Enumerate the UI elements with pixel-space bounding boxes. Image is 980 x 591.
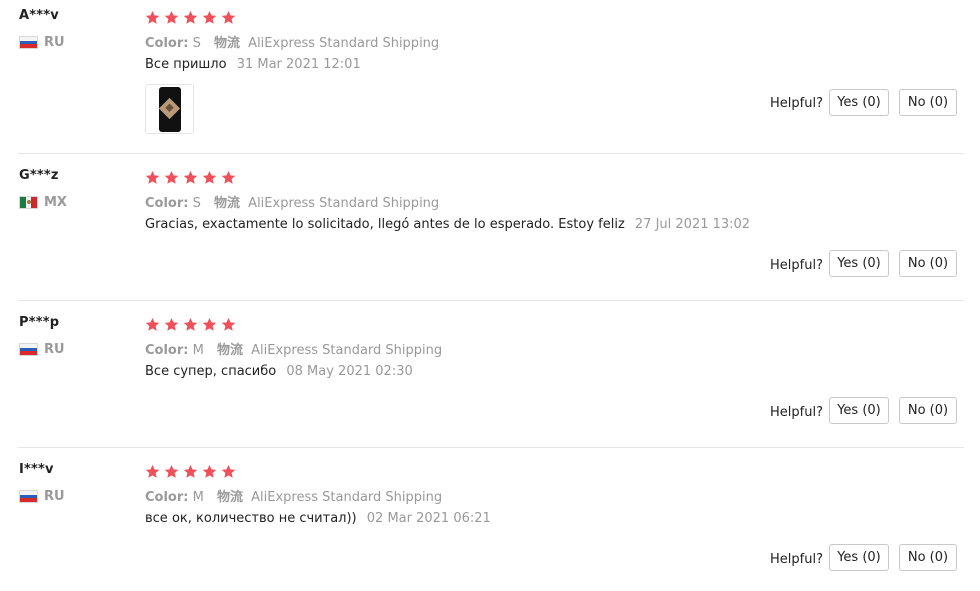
color-label: Color: bbox=[145, 196, 189, 211]
star-icon bbox=[145, 10, 160, 24]
review-content: Gracias, exactamente lo solicitado, lleg… bbox=[145, 217, 750, 232]
reviewer-name: I***v bbox=[19, 462, 54, 477]
star-icon bbox=[221, 317, 236, 331]
shipping-label: 物流 bbox=[214, 36, 241, 51]
star-icon bbox=[202, 170, 217, 184]
review-date: 31 Mar 2021 12:01 bbox=[236, 57, 361, 72]
review-text: все ок, количество не считал)) bbox=[145, 511, 357, 526]
shipping-label: 物流 bbox=[216, 343, 243, 358]
review-content: все ок, количество не считал)) 02 Mar 20… bbox=[145, 511, 491, 526]
helpful-no-button[interactable]: No (0) bbox=[899, 544, 957, 571]
star-icon bbox=[145, 170, 160, 184]
star-icon bbox=[183, 170, 198, 184]
review-photo-thumbnail[interactable] bbox=[145, 84, 194, 134]
helpful-no-button[interactable]: No (0) bbox=[899, 89, 957, 116]
reviewer-country: RU bbox=[19, 489, 65, 504]
review-meta: Color: S 物流 AliExpress Standard Shipping bbox=[145, 32, 439, 51]
helpful-yes-button[interactable]: Yes (0) bbox=[829, 544, 889, 571]
review-item: A***v RU Color: S 物流 AliExpress Standard… bbox=[0, 0, 980, 154]
review-content: Все пришло 31 Mar 2021 12:01 bbox=[145, 57, 361, 72]
review-text: Все супер, спасибо bbox=[145, 364, 277, 379]
color-value: M bbox=[192, 490, 204, 505]
review-item: I***v RU Color: M 物流 AliExpress Standard… bbox=[0, 448, 980, 591]
review-date: 08 May 2021 02:30 bbox=[286, 364, 413, 379]
color-label: Color: bbox=[145, 343, 189, 358]
star-icon bbox=[164, 464, 179, 478]
color-label: Color: bbox=[145, 490, 189, 505]
country-code: RU bbox=[44, 35, 65, 50]
star-icon bbox=[221, 464, 236, 478]
review-meta: Color: M 物流 AliExpress Standard Shipping bbox=[145, 486, 442, 505]
star-icon bbox=[164, 170, 179, 184]
star-rating bbox=[145, 170, 236, 185]
flag-ru-icon bbox=[19, 490, 38, 503]
helpful-yes-button[interactable]: Yes (0) bbox=[829, 397, 889, 424]
helpful-label: Helpful? bbox=[770, 96, 823, 111]
review-text: Gracias, exactamente lo solicitado, lleg… bbox=[145, 217, 625, 232]
star-icon bbox=[221, 10, 236, 24]
helpful-no-button[interactable]: No (0) bbox=[899, 250, 957, 277]
star-icon bbox=[145, 464, 160, 478]
country-code: RU bbox=[44, 489, 65, 504]
star-icon bbox=[202, 10, 217, 24]
flag-ru-icon bbox=[19, 343, 38, 356]
review-meta: Color: M 物流 AliExpress Standard Shipping bbox=[145, 339, 442, 358]
review-date: 27 Jul 2021 13:02 bbox=[634, 217, 751, 232]
star-rating bbox=[145, 464, 236, 479]
star-icon bbox=[202, 317, 217, 331]
color-value: S bbox=[192, 36, 201, 51]
helpful-label: Helpful? bbox=[770, 552, 823, 567]
star-icon bbox=[183, 464, 198, 478]
star-rating bbox=[145, 10, 236, 25]
reviewer-country: RU bbox=[19, 342, 65, 357]
shipping-label: 物流 bbox=[214, 196, 241, 211]
star-icon bbox=[164, 10, 179, 24]
star-icon bbox=[202, 464, 217, 478]
flag-ru-icon bbox=[19, 36, 38, 49]
star-icon bbox=[145, 317, 160, 331]
helpful-yes-button[interactable]: Yes (0) bbox=[829, 89, 889, 116]
reviewer-name: A***v bbox=[19, 8, 59, 23]
country-code: MX bbox=[44, 195, 67, 210]
color-label: Color: bbox=[145, 36, 189, 51]
shipping-value: AliExpress Standard Shipping bbox=[251, 490, 443, 505]
review-meta: Color: S 物流 AliExpress Standard Shipping bbox=[145, 192, 439, 211]
star-icon bbox=[183, 10, 198, 24]
phone-case-image bbox=[159, 87, 181, 132]
reviewer-country: MX bbox=[19, 195, 67, 210]
reviewer-country: RU bbox=[19, 35, 65, 50]
star-icon bbox=[183, 317, 198, 331]
shipping-value: AliExpress Standard Shipping bbox=[251, 343, 443, 358]
color-value: M bbox=[192, 343, 204, 358]
flag-mx-icon bbox=[19, 196, 38, 209]
shipping-label: 物流 bbox=[216, 490, 243, 505]
star-icon bbox=[221, 170, 236, 184]
shipping-value: AliExpress Standard Shipping bbox=[248, 196, 440, 211]
review-item: P***p RU Color: M 物流 AliExpress Standard… bbox=[0, 301, 980, 448]
helpful-no-button[interactable]: No (0) bbox=[899, 397, 957, 424]
color-value: S bbox=[192, 196, 201, 211]
reviewer-name: G***z bbox=[19, 168, 59, 183]
helpful-label: Helpful? bbox=[770, 405, 823, 420]
star-icon bbox=[164, 317, 179, 331]
helpful-label: Helpful? bbox=[770, 258, 823, 273]
shipping-value: AliExpress Standard Shipping bbox=[248, 36, 440, 51]
review-text: Все пришло bbox=[145, 57, 227, 72]
review-content: Все супер, спасибо 08 May 2021 02:30 bbox=[145, 364, 413, 379]
review-date: 02 Mar 2021 06:21 bbox=[366, 511, 491, 526]
country-code: RU bbox=[44, 342, 65, 357]
reviewer-name: P***p bbox=[19, 315, 60, 330]
helpful-yes-button[interactable]: Yes (0) bbox=[829, 250, 889, 277]
review-item: G***z MX Color: S 物流 AliExpress Standard… bbox=[0, 154, 980, 301]
star-rating bbox=[145, 317, 236, 332]
